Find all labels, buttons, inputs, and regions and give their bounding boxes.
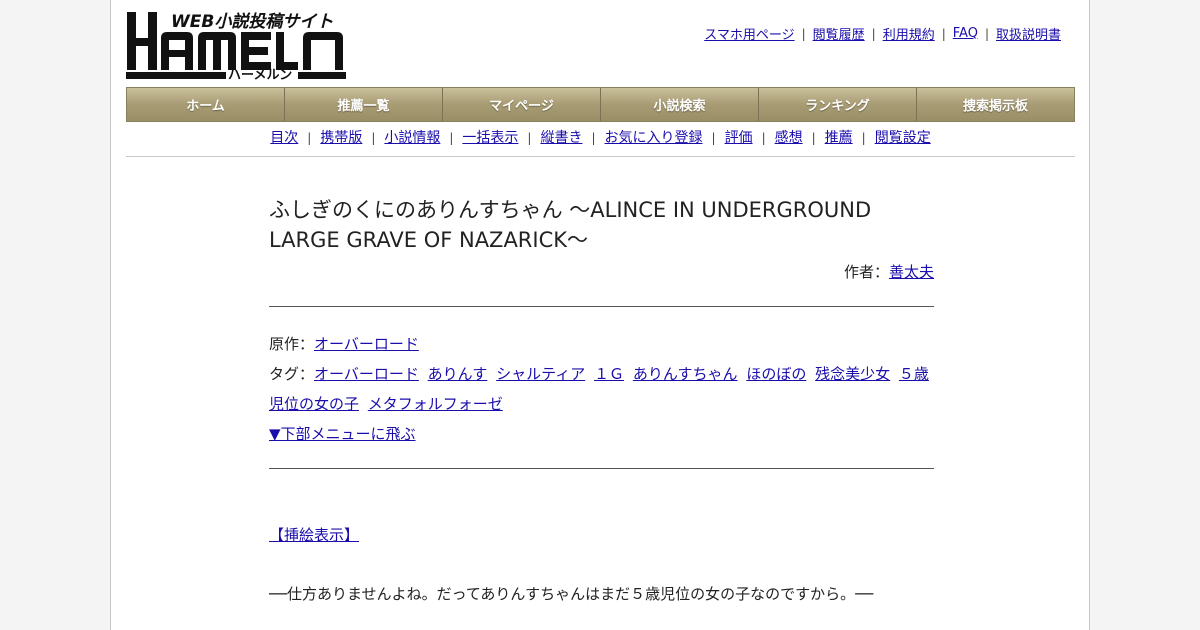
novel-body-line: ──仕方ありませんよね。だってありんすちゃんはまだ５歳児位の女の子なのですから。… bbox=[269, 585, 874, 603]
page: WEB小説投稿サイト ハーメルン スマホ用ページ | 閲覧履歴 | 利用規約 |… bbox=[110, 0, 1090, 630]
logo-tagline: WEB小説投稿サイト bbox=[171, 12, 333, 32]
main-nav: ホーム 推薦一覧 マイページ 小説検索 ランキング 捜索掲示板 bbox=[126, 87, 1075, 122]
tag-link[interactable]: オーバーロード bbox=[314, 365, 419, 383]
original-label: 原作： bbox=[269, 335, 315, 353]
subnav-vertical[interactable]: 縦書き bbox=[540, 128, 582, 148]
top-link-smartphone[interactable]: スマホ用ページ bbox=[704, 24, 794, 43]
top-links: スマホ用ページ | 閲覧履歴 | 利用規約 | FAQ | 取扱説明書 bbox=[704, 24, 1061, 43]
tag-link[interactable]: １Ｇ bbox=[594, 365, 624, 383]
tag-link[interactable]: ありんす bbox=[428, 365, 488, 383]
subnav-mobile[interactable]: 携帯版 bbox=[320, 128, 362, 148]
nav-ranking[interactable]: ランキング bbox=[759, 88, 917, 121]
top-link-manual[interactable]: 取扱説明書 bbox=[996, 24, 1061, 43]
illustration-row: 【挿絵表示】 bbox=[269, 524, 934, 545]
separator: | bbox=[861, 131, 866, 145]
original-link[interactable]: オーバーロード bbox=[314, 335, 419, 353]
tag-link[interactable]: メタフォルフォーゼ bbox=[368, 395, 503, 413]
tags-label: タグ： bbox=[269, 365, 315, 383]
subnav-novel-info[interactable]: 小説情報 bbox=[384, 128, 440, 148]
subnav-favorite[interactable]: お気に入り登録 bbox=[605, 128, 703, 148]
nav-novel-search[interactable]: 小説検索 bbox=[601, 88, 759, 121]
separator: | bbox=[811, 131, 816, 145]
author-line: 作者：善太夫 bbox=[269, 261, 934, 282]
site-logo[interactable]: WEB小説投稿サイト ハーメルン bbox=[126, 10, 348, 82]
top-link-faq[interactable]: FAQ bbox=[953, 26, 978, 41]
jump-to-bottom-link[interactable]: ▼下部メニューに飛ぶ bbox=[269, 425, 416, 443]
jump-row: ▼下部メニューに飛ぶ bbox=[269, 419, 934, 449]
nav-home[interactable]: ホーム bbox=[127, 88, 285, 121]
original-row: 原作：オーバーロード bbox=[269, 329, 934, 359]
nav-search-board[interactable]: 捜索掲示板 bbox=[917, 88, 1074, 121]
top-link-terms[interactable]: 利用規約 bbox=[883, 24, 935, 43]
separator: | bbox=[984, 26, 989, 41]
divider bbox=[269, 306, 934, 307]
novel-title: ふしぎのくにのありんすちゃん ～ALINCE IN UNDERGROUND LA… bbox=[269, 198, 872, 252]
show-illustration-link[interactable]: 【挿絵表示】 bbox=[269, 526, 359, 544]
nav-recommendations[interactable]: 推薦一覧 bbox=[285, 88, 443, 121]
subnav-recommend[interactable]: 推薦 bbox=[825, 128, 853, 148]
logo-kana: ハーメルン bbox=[228, 68, 292, 82]
separator: | bbox=[307, 131, 312, 145]
subnav-rating[interactable]: 評価 bbox=[725, 128, 753, 148]
tag-link[interactable]: ほのぼの bbox=[746, 365, 806, 383]
subnav-view-settings[interactable]: 閲覧設定 bbox=[875, 128, 931, 148]
novel-content: ふしぎのくにのありんすちゃん ～ALINCE IN UNDERGROUND LA… bbox=[269, 195, 934, 604]
divider bbox=[269, 468, 934, 469]
tags-row: タグ：オーバーロード ありんす シャルティア １Ｇ ありんすちゃん ほのぼの 残… bbox=[269, 359, 934, 419]
subnav-bulk-view[interactable]: 一括表示 bbox=[462, 128, 518, 148]
tag-link[interactable]: シャルティア bbox=[496, 365, 585, 383]
top-link-history[interactable]: 閲覧履歴 bbox=[813, 24, 865, 43]
tag-link[interactable]: 残念美少女 bbox=[815, 365, 890, 383]
tag-link[interactable]: ありんすちゃん bbox=[633, 365, 738, 383]
separator: | bbox=[941, 26, 946, 41]
separator: | bbox=[801, 26, 806, 41]
separator: | bbox=[591, 131, 596, 145]
separator: | bbox=[449, 131, 454, 145]
nav-mypage[interactable]: マイページ bbox=[443, 88, 601, 121]
separator: | bbox=[371, 131, 376, 145]
separator: | bbox=[761, 131, 766, 145]
subnav-comments[interactable]: 感想 bbox=[775, 128, 803, 148]
separator: | bbox=[527, 131, 532, 145]
novel-meta: 原作：オーバーロード タグ：オーバーロード ありんす シャルティア １Ｇ ありん… bbox=[269, 329, 934, 449]
subnav-toc[interactable]: 目次 bbox=[270, 128, 298, 148]
separator: | bbox=[871, 26, 876, 41]
separator: | bbox=[711, 131, 716, 145]
author-link[interactable]: 善太夫 bbox=[889, 263, 934, 281]
sub-nav: 目次 | 携帯版 | 小説情報 | 一括表示 | 縦書き | お気に入り登録 |… bbox=[126, 128, 1075, 157]
author-label: 作者： bbox=[843, 263, 889, 281]
